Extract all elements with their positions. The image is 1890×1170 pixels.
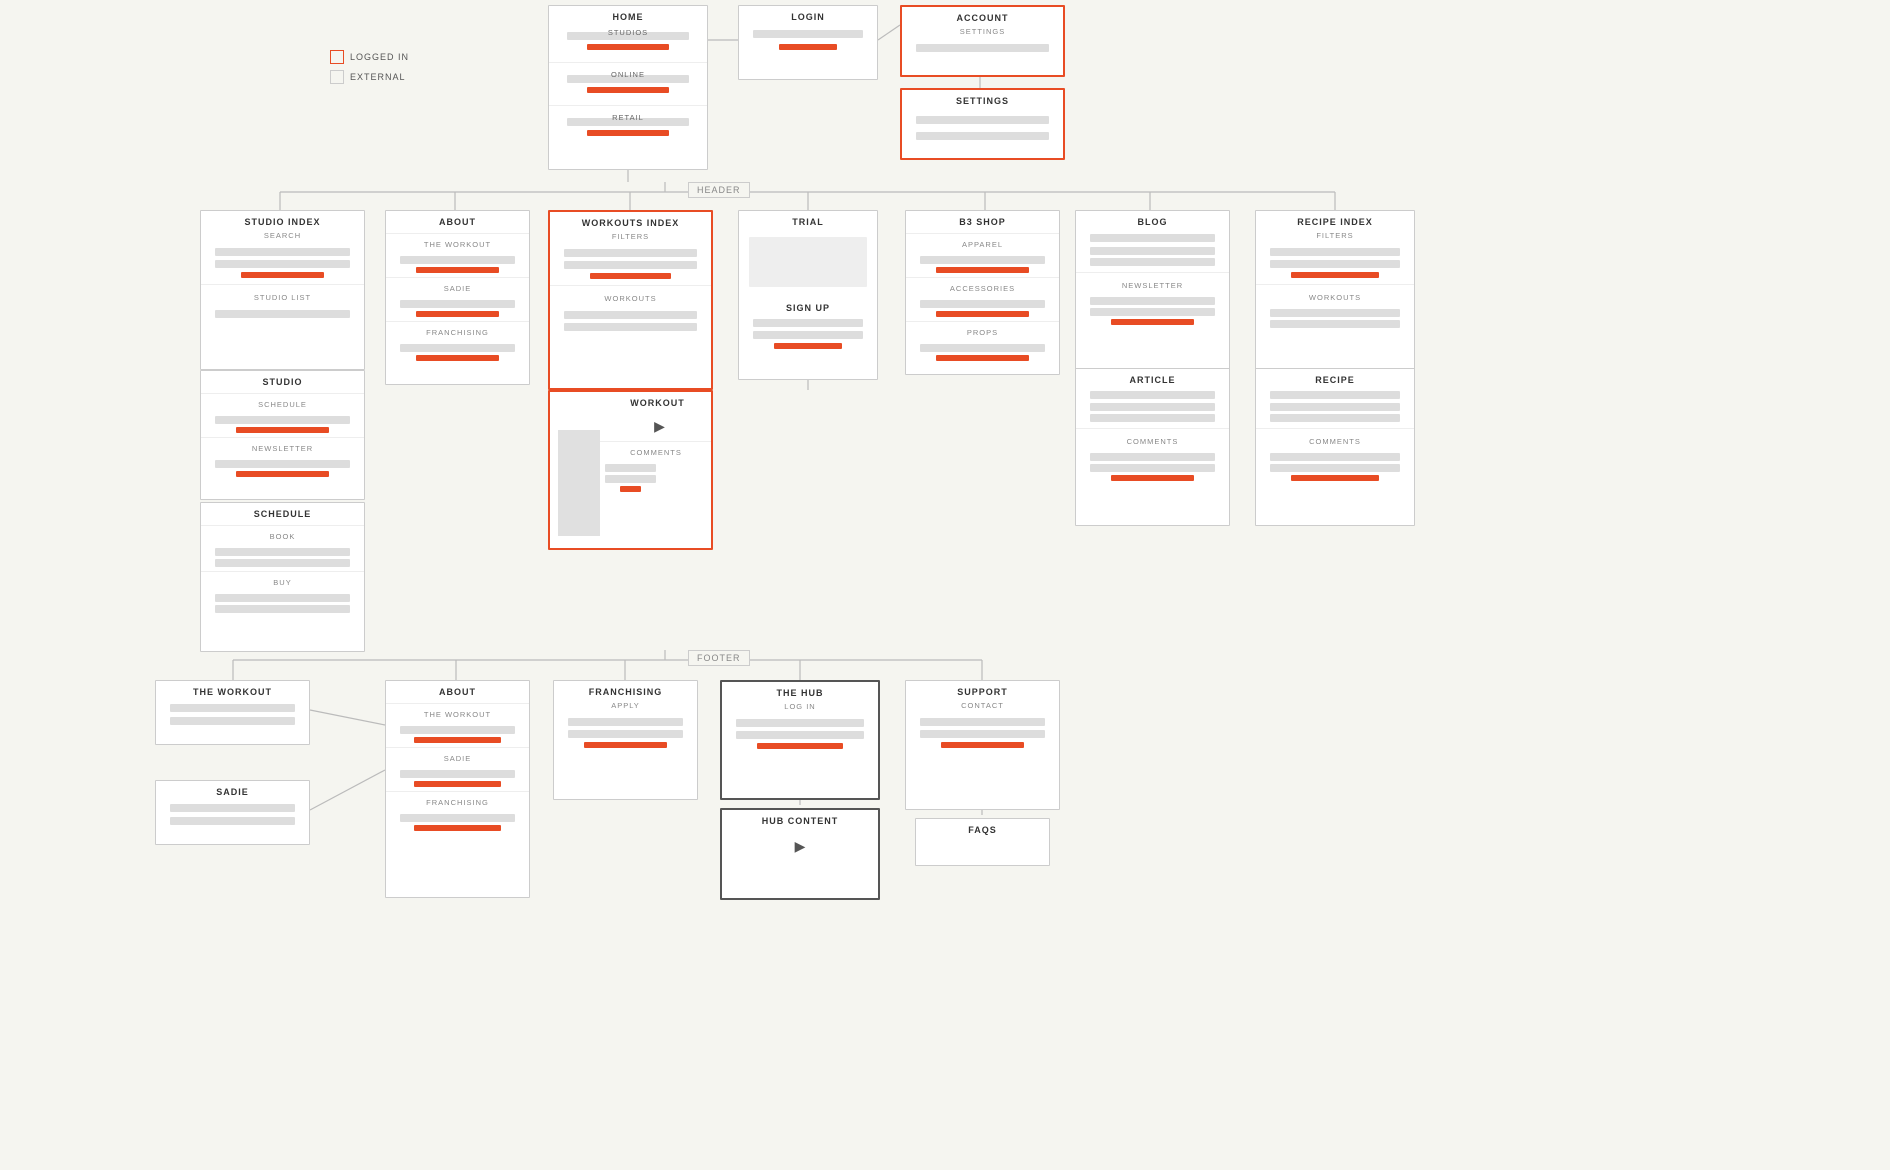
sadie-about-label: SADIE xyxy=(386,282,529,297)
the-workout-about-footer-label: THE WORKOUT xyxy=(386,708,529,723)
about-title: ABOUT xyxy=(386,211,529,229)
faqs-title: FAQS xyxy=(916,819,1049,837)
workouts-index-title: WORKOUTS INDEX xyxy=(550,212,711,230)
recipe-comments-label: COMMENTS xyxy=(1256,435,1414,450)
studio-list-label: STUDIO LIST xyxy=(201,291,364,306)
b3-shop-node: B3 SHOP APPAREL ACCESSORIES PROPS xyxy=(905,210,1060,375)
apply-label: APPLY xyxy=(554,699,697,714)
header-label: HEADER xyxy=(688,182,750,198)
props-label: PROPS xyxy=(906,326,1059,341)
account-title: ACCOUNT xyxy=(902,7,1063,25)
home-title: HOME xyxy=(549,6,707,24)
franchising-about-footer-label: FRANCHISING xyxy=(386,796,529,811)
studios-label: STUDIOS xyxy=(558,28,698,37)
the-hub-title: THE HUB xyxy=(722,682,878,700)
about-node: ABOUT THE WORKOUT SADIE FRANCHISING xyxy=(385,210,530,385)
franchising-footer-node: FRANCHISING APPLY xyxy=(553,680,698,800)
newsletter-blog-label: NEWSLETTER xyxy=(1076,279,1229,294)
hub-content-node: HUB CONTENT ▶ xyxy=(720,808,880,900)
studio-title: STUDIO xyxy=(201,371,364,389)
retail-label: RETAIL xyxy=(558,113,698,122)
account-node: ACCOUNT SETTINGS xyxy=(900,5,1065,77)
schedule-node: SCHEDULE BOOK BUY xyxy=(200,502,365,652)
sadie-about-footer-label: SADIE xyxy=(386,752,529,767)
sadie-footer-title: SADIE xyxy=(156,781,309,799)
article-node: ARTICLE COMMENTS xyxy=(1075,368,1230,526)
workout-title: WORKOUT xyxy=(550,392,711,410)
accessories-label: ACCESSORIES xyxy=(906,282,1059,297)
about-footer-node: ABOUT THE WORKOUT SADIE FRANCHISING xyxy=(385,680,530,898)
hub-content-title: HUB CONTENT xyxy=(722,810,878,828)
schedule-studio-label: SCHEDULE xyxy=(201,398,364,413)
contact-label: CONTACT xyxy=(906,699,1059,714)
recipe-index-node: RECIPE INDEX FILTERS WORKOUTS xyxy=(1255,210,1415,375)
the-hub-node: THE HUB LOG IN xyxy=(720,680,880,800)
article-title: ARTICLE xyxy=(1076,369,1229,387)
workouts-label: WORKOUTS xyxy=(550,292,711,307)
the-workout-about-label: THE WORKOUT xyxy=(386,238,529,253)
newsletter-studio-label: NEWSLETTER xyxy=(201,442,364,457)
legend: LOGGED IN EXTERNAL xyxy=(330,50,409,90)
sadie-footer-node: SADIE xyxy=(155,780,310,845)
about-footer-title: ABOUT xyxy=(386,681,529,699)
workout-node: WORKOUT ▶ COMMENTS xyxy=(548,390,713,550)
log-in-label: LOG IN xyxy=(722,700,878,715)
schedule-title: SCHEDULE xyxy=(201,503,364,521)
book-label: BOOK xyxy=(201,530,364,545)
workouts-index-subtitle: FILTERS xyxy=(550,230,711,245)
the-workout-footer-title: THE WORKOUT xyxy=(156,681,309,699)
logged-in-legend-box xyxy=(330,50,344,64)
studio-node: STUDIO SCHEDULE NEWSLETTER xyxy=(200,370,365,500)
b3-shop-title: B3 SHOP xyxy=(906,211,1059,229)
blog-title: BLOG xyxy=(1076,211,1229,229)
workouts-recipe-label: WORKOUTS xyxy=(1256,291,1414,306)
buy-label: BUY xyxy=(201,576,364,591)
footer-label: FOOTER xyxy=(688,650,750,666)
login-title: LOGIN xyxy=(739,6,877,24)
settings-node: SETTINGS xyxy=(900,88,1065,160)
franchising-about-label: FRANCHISING xyxy=(386,326,529,341)
external-label: EXTERNAL xyxy=(350,72,406,82)
login-node: LOGIN xyxy=(738,5,878,80)
franchising-footer-title: FRANCHISING xyxy=(554,681,697,699)
trial-title: TRIAL xyxy=(739,211,877,229)
recipe-index-title: RECIPE INDEX xyxy=(1256,211,1414,229)
support-title: SUPPORT xyxy=(906,681,1059,699)
studio-index-subtitle: SEARCH xyxy=(201,229,364,244)
trial-node: TRIAL SIGN UP xyxy=(738,210,878,380)
hub-play-icon: ▶ xyxy=(722,828,878,865)
blog-node: BLOG NEWSLETTER xyxy=(1075,210,1230,375)
studio-index-node: STUDIO INDEX SEARCH STUDIO LIST xyxy=(200,210,365,370)
account-subtitle: SETTINGS xyxy=(902,25,1063,40)
settings-title: SETTINGS xyxy=(902,90,1063,108)
workouts-index-node: WORKOUTS INDEX FILTERS WORKOUTS xyxy=(548,210,713,390)
recipe-title: RECIPE xyxy=(1256,369,1414,387)
the-workout-footer-node: THE WORKOUT xyxy=(155,680,310,745)
logged-in-label: LOGGED IN xyxy=(350,52,409,62)
online-label: ONLINE xyxy=(558,70,698,79)
article-comments-label: COMMENTS xyxy=(1076,435,1229,450)
faqs-node: FAQS xyxy=(915,818,1050,866)
recipe-node: RECIPE COMMENTS xyxy=(1255,368,1415,526)
support-node: SUPPORT CONTACT xyxy=(905,680,1060,810)
studio-index-title: STUDIO INDEX xyxy=(201,211,364,229)
external-legend-box xyxy=(330,70,344,84)
apparel-label: APPAREL xyxy=(906,238,1059,253)
sign-up-title: SIGN UP xyxy=(739,295,877,315)
recipe-index-subtitle: FILTERS xyxy=(1256,229,1414,244)
